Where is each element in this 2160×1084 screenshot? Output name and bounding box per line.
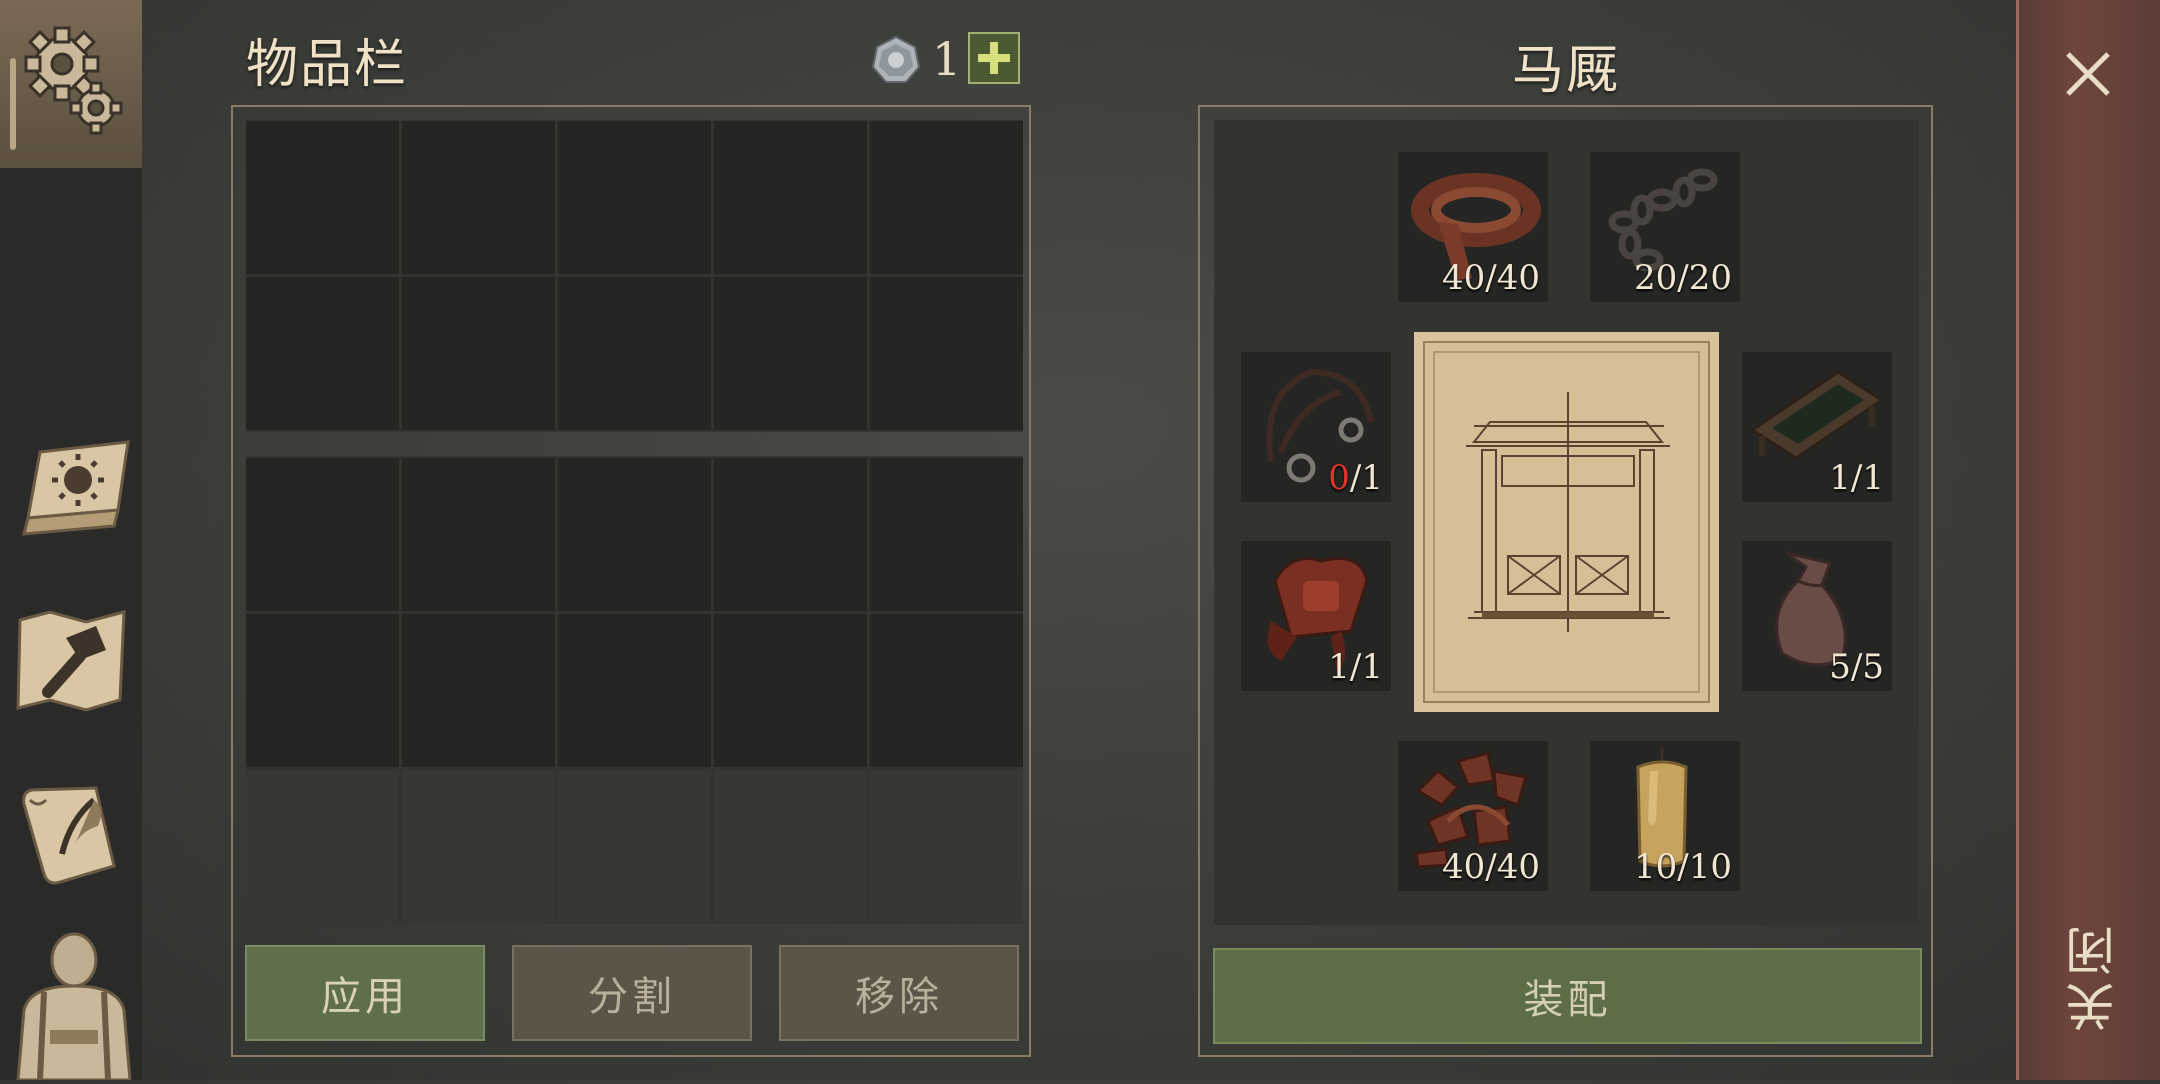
qty-have: 40 [1442, 847, 1486, 887]
inventory-slot[interactable] [870, 614, 1023, 767]
crafting-map-button[interactable] [10, 600, 134, 724]
plus-icon [978, 42, 1010, 74]
inventory-grid-top [246, 121, 1023, 430]
locked-slot [870, 770, 1023, 923]
stable-title: 马厩 [1512, 41, 1621, 101]
qty-need: /1 [1349, 647, 1383, 687]
material-feeding-trough[interactable]: 1/1 [1742, 352, 1892, 502]
qty-have: 1 [1829, 458, 1851, 498]
stable-blueprint [1414, 332, 1719, 712]
close-panel[interactable] [2016, 0, 2160, 1080]
map-hammer-icon [16, 610, 126, 712]
inventory-slot[interactable] [714, 458, 867, 611]
material-saddle[interactable]: 1/1 [1241, 541, 1391, 691]
locked-slot [558, 770, 711, 923]
qty-have: 20 [1634, 258, 1678, 298]
equip-button[interactable]: 装配 [1213, 948, 1922, 1044]
inventory-slot[interactable] [402, 458, 555, 611]
qty-have: 5 [1829, 647, 1851, 687]
add-coins-button[interactable] [968, 32, 1020, 84]
material-chain[interactable]: 20/20 [1590, 152, 1740, 302]
gear-icon [24, 26, 123, 135]
qty-need: /20 [1677, 258, 1732, 298]
inventory-slot[interactable] [246, 614, 399, 767]
material-bridle[interactable]: 0/1 [1241, 352, 1391, 502]
settings-button[interactable] [0, 0, 142, 168]
inventory-title: 物品栏 [246, 35, 409, 95]
close-icon[interactable] [2062, 48, 2114, 100]
qty-have: 10 [1634, 847, 1678, 887]
inventory-slot[interactable] [870, 458, 1023, 611]
character-button[interactable] [10, 930, 134, 1082]
qty-need: /10 [1677, 847, 1732, 887]
sidebar [0, 0, 142, 1082]
material-leather-strap[interactable]: 40/40 [1398, 152, 1548, 302]
inventory-slot[interactable] [246, 121, 399, 274]
inventory-slot[interactable] [246, 458, 399, 611]
backpack-character-icon [16, 932, 132, 1082]
split-button[interactable]: 分割 [512, 945, 752, 1041]
quests-scroll-button[interactable] [10, 770, 134, 894]
inventory-slot[interactable] [714, 277, 867, 430]
journal-sun-icon [22, 440, 130, 536]
qty-need: /40 [1485, 847, 1540, 887]
silver-coin-icon [871, 35, 921, 83]
inventory-slot[interactable] [714, 614, 867, 767]
inventory-slot[interactable] [402, 614, 555, 767]
journal-button[interactable] [10, 430, 134, 554]
inventory-slot[interactable] [558, 121, 711, 274]
inventory-slot[interactable] [870, 121, 1023, 274]
qty-need: /5 [1850, 647, 1884, 687]
inventory-slot[interactable] [558, 614, 711, 767]
inventory-slot[interactable] [558, 458, 711, 611]
scroll-quill-icon [22, 786, 116, 885]
material-candle[interactable]: 10/10 [1590, 741, 1740, 891]
locked-slot [246, 770, 399, 923]
qty-have: 1 [1328, 647, 1350, 687]
qty-need: /1 [1349, 458, 1383, 498]
material-feed-sack[interactable]: 5/5 [1742, 541, 1892, 691]
qty-have: 0 [1328, 458, 1350, 498]
inventory-slot[interactable] [246, 277, 399, 430]
qty-have: 40 [1442, 258, 1486, 298]
qty-need: /1 [1850, 458, 1884, 498]
inventory-grid-bottom [246, 458, 1023, 923]
coin-count: 1 [932, 32, 962, 86]
inventory-slot[interactable] [714, 121, 867, 274]
material-leather-scraps[interactable]: 40/40 [1398, 741, 1548, 891]
inventory-slot[interactable] [402, 277, 555, 430]
inventory-slot[interactable] [870, 277, 1023, 430]
close-label: 关闭 [2065, 920, 2123, 1032]
remove-button[interactable]: 移除 [779, 945, 1019, 1041]
inventory-slot[interactable] [558, 277, 711, 430]
locked-slot [714, 770, 867, 923]
inventory-slot[interactable] [402, 121, 555, 274]
tab-indicator [10, 58, 16, 150]
locked-slot [402, 770, 555, 923]
apply-button[interactable]: 应用 [245, 945, 485, 1041]
qty-need: /40 [1485, 258, 1540, 298]
